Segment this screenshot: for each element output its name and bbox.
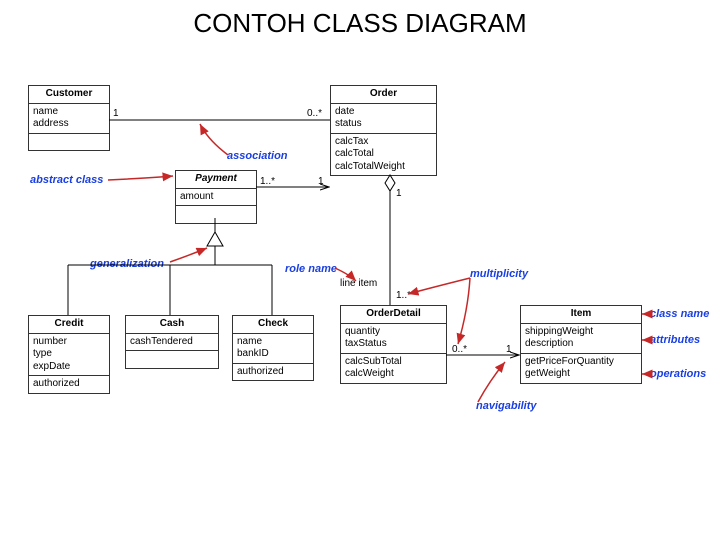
class-name: Item — [521, 306, 641, 324]
class-credit: Credit number type expDate authorized — [28, 315, 110, 394]
ann-classname: class name — [650, 308, 709, 320]
role-lineitem: line item — [340, 278, 377, 289]
ann-generalization: generalization — [90, 258, 164, 270]
mult-order-agg: 1 — [396, 188, 402, 199]
class-ops: authorized — [29, 376, 109, 393]
class-customer: Customer name address — [28, 85, 110, 151]
ann-abstract: abstract class — [30, 174, 103, 186]
diagram-lines — [0, 0, 720, 540]
class-check: Check name bankID authorized — [232, 315, 314, 381]
ann-operations: operations — [650, 368, 706, 380]
ann-rolename: role name — [285, 263, 337, 275]
class-attrs: name address — [29, 104, 109, 134]
class-attrs: name bankID — [233, 334, 313, 364]
class-name: OrderDetail — [341, 306, 446, 324]
class-order: Order date status calcTax calcTotal calc… — [330, 85, 437, 176]
mult-item-one: 1 — [506, 344, 512, 355]
ann-attributes: attributes — [650, 334, 700, 346]
class-attrs: shippingWeight description — [521, 324, 641, 354]
page-title: CONTOH CLASS DIAGRAM — [0, 8, 720, 39]
class-name: Payment — [176, 171, 256, 189]
mult-order-one: 1 — [318, 176, 324, 187]
mult-order-many: 0..* — [307, 108, 322, 119]
class-attrs: quantity taxStatus — [341, 324, 446, 354]
class-name: Check — [233, 316, 313, 334]
class-orderdetail: OrderDetail quantity taxStatus calcSubTo… — [340, 305, 447, 384]
class-ops — [176, 206, 256, 223]
class-ops: authorized — [233, 364, 313, 381]
class-attrs: cashTendered — [126, 334, 218, 352]
ann-multiplicity: multiplicity — [470, 268, 528, 280]
mult-linemany: 1..* — [396, 290, 411, 301]
class-item: Item shippingWeight description getPrice… — [520, 305, 642, 384]
mult-od-many: 0..* — [452, 344, 467, 355]
class-name: Customer — [29, 86, 109, 104]
class-attrs: amount — [176, 189, 256, 207]
class-attrs: number type expDate — [29, 334, 109, 377]
class-ops: getPriceForQuantity getWeight — [521, 354, 641, 383]
ann-association: association — [227, 150, 288, 162]
class-ops: calcTax calcTotal calcTotalWeight — [331, 134, 436, 176]
class-ops: calcSubTotal calcWeight — [341, 354, 446, 383]
class-ops — [126, 351, 218, 368]
diagram-stage: { "title": "CONTOH CLASS DIAGRAM", "clas… — [0, 0, 720, 540]
class-name: Order — [331, 86, 436, 104]
class-cash: Cash cashTendered — [125, 315, 219, 369]
class-ops — [29, 134, 109, 151]
mult-payment-many: 1..* — [260, 176, 275, 187]
class-name: Cash — [126, 316, 218, 334]
class-name: Credit — [29, 316, 109, 334]
class-payment: Payment amount — [175, 170, 257, 224]
ann-navigability: navigability — [476, 400, 537, 412]
class-attrs: date status — [331, 104, 436, 134]
mult-customer: 1 — [113, 108, 119, 119]
